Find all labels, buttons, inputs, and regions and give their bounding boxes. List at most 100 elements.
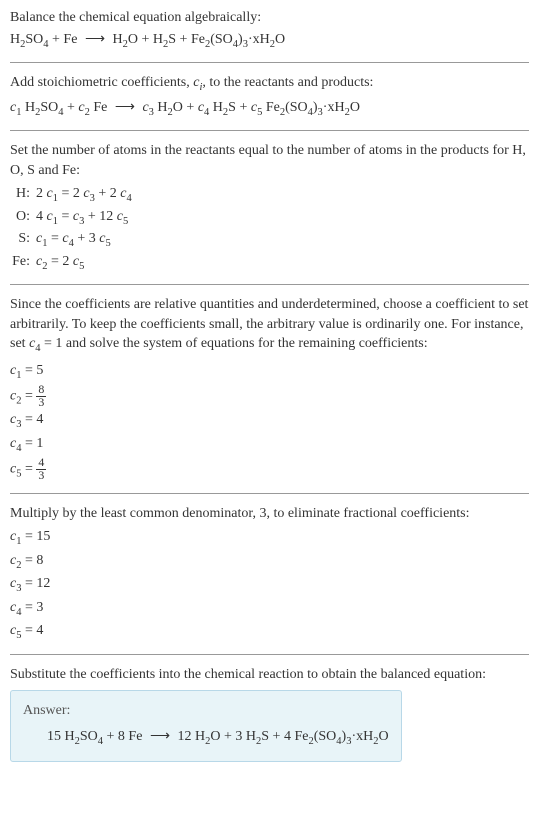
sub: 4 (126, 193, 131, 204)
section-add-coefficients: Add stoichiometric coefficients, ci, to … (10, 73, 529, 120)
t: Fe (90, 100, 111, 115)
coef-c3: c3 = 12 (10, 574, 529, 596)
eq: 2 c1 = 2 c3 + 2 c4 (36, 184, 132, 206)
coef-list-fractional: c1 = 5 c2 = 83 c3 = 4 c4 = 1 c5 = 43 (10, 361, 529, 483)
atom-row-fe: Fe: c2 = 2 c5 (10, 252, 529, 274)
solve-text: Since the coefficients are relative quan… (10, 295, 529, 357)
section-solve: Since the coefficients are relative quan… (10, 295, 529, 482)
coef-c5: c5 = 4 (10, 621, 529, 643)
t: + 12 (84, 209, 116, 224)
divider (10, 284, 529, 285)
coef-list-integer: c1 = 15 c2 = 8 c3 = 12 c4 = 3 c5 = 4 (10, 527, 529, 643)
v: = 15 (21, 529, 50, 544)
label: O: (10, 207, 36, 227)
denominator: 3 (36, 470, 46, 482)
t: H (21, 100, 35, 115)
t: ·xH (351, 729, 373, 744)
intro-text: Balance the chemical equation algebraica… (10, 8, 529, 28)
eq: c1 = c4 + 3 c5 (36, 229, 111, 251)
t: O (275, 32, 285, 47)
t: H (209, 100, 223, 115)
t: ·xH (248, 32, 270, 47)
t: 4 (36, 209, 47, 224)
v: = 3 (21, 600, 43, 615)
fraction: 83 (36, 384, 46, 409)
t: + (64, 100, 79, 115)
t: S + (228, 100, 251, 115)
t: (SO (210, 32, 233, 47)
t: SO (80, 729, 98, 744)
unbalanced-equation: H2SO4 + Fe ⟶ H2O + H2S + Fe2(SO4)3·xH2O (10, 30, 529, 52)
t: + 8 Fe (103, 729, 146, 744)
t: O (350, 100, 360, 115)
divider (10, 654, 529, 655)
atom-equations: H: 2 c1 = 2 c3 + 2 c4 O: 4 c1 = c3 + 12 … (10, 184, 529, 274)
label: S: (10, 229, 36, 249)
t: O (378, 729, 388, 744)
divider (10, 493, 529, 494)
t: H (109, 32, 123, 47)
t: = (47, 231, 62, 246)
t: SO (40, 100, 58, 115)
atom-row-o: O: 4 c1 = c3 + 12 c5 (10, 207, 529, 229)
atom-balance-text: Set the number of atoms in the reactants… (10, 141, 529, 180)
t: O + (173, 100, 198, 115)
sub: 5 (123, 216, 128, 227)
atom-row-h: H: 2 c1 = 2 c3 + 2 c4 (10, 184, 529, 206)
eq: c2 = 2 c5 (36, 252, 84, 274)
t: SO (25, 32, 43, 47)
t: S + 4 Fe (261, 729, 308, 744)
balanced-equation: 15 H2SO4 + 8 Fe ⟶ 12 H2O + 3 H2S + 4 Fe2… (23, 727, 389, 749)
lcd-text: Multiply by the least common denominator… (10, 504, 529, 524)
coef-c3: c3 = 4 (10, 410, 529, 432)
t: = (58, 209, 73, 224)
substitute-text: Substitute the coefficients into the che… (10, 665, 529, 685)
sub: 5 (79, 260, 84, 271)
t: 12 H (174, 729, 205, 744)
t: + Fe (49, 32, 81, 47)
divider (10, 62, 529, 63)
section-answer: Substitute the coefficients into the che… (10, 665, 529, 763)
coef-c2: c2 = 83 (10, 384, 529, 409)
coef-c2: c2 = 8 (10, 551, 529, 573)
coef-equation: c1 H2SO4 + c2 Fe ⟶ c3 H2O + c4 H2S + c5 … (10, 98, 529, 120)
t: 2 (36, 186, 47, 201)
t: = 1 and solve the system of equations fo… (41, 336, 428, 351)
t: + 2 (95, 186, 120, 201)
t: (SO (314, 729, 337, 744)
atom-row-s: S: c1 = c4 + 3 c5 (10, 229, 529, 251)
coef-c1: c1 = 15 (10, 527, 529, 549)
t: H (154, 100, 168, 115)
t: = 2 (47, 254, 72, 269)
eq: 4 c1 = c3 + 12 c5 (36, 207, 128, 229)
t: 15 H (47, 729, 75, 744)
arrow-icon: ⟶ (115, 100, 135, 115)
fraction: 43 (36, 457, 46, 482)
answer-label: Answer: (23, 701, 389, 721)
coef-c4: c4 = 3 (10, 598, 529, 620)
v: = 4 (21, 623, 43, 638)
section-balance-intro: Balance the chemical equation algebraica… (10, 8, 529, 52)
eq: = (21, 389, 36, 404)
arrow-icon: ⟶ (85, 32, 105, 47)
eq: = (21, 462, 36, 477)
coef-c4: c4 = 1 (10, 434, 529, 456)
v: = 5 (21, 363, 43, 378)
v: = 12 (21, 576, 50, 591)
add-coef-text: Add stoichiometric coefficients, ci, to … (10, 73, 529, 95)
t: H (10, 32, 20, 47)
t: O + H (128, 32, 163, 47)
v: = 4 (21, 412, 43, 427)
t: (SO (285, 100, 308, 115)
v: = 1 (21, 436, 43, 451)
arrow-icon: ⟶ (150, 729, 170, 744)
t: , to the reactants and products: (202, 75, 373, 90)
section-lcd: Multiply by the least common denominator… (10, 504, 529, 644)
t: Add stoichiometric coefficients, (10, 75, 193, 90)
t: ·xH (323, 100, 345, 115)
denominator: 3 (36, 397, 46, 409)
t: S + Fe (168, 32, 205, 47)
sub: 5 (105, 238, 110, 249)
section-atom-balance: Set the number of atoms in the reactants… (10, 141, 529, 274)
t: = 2 (58, 186, 83, 201)
